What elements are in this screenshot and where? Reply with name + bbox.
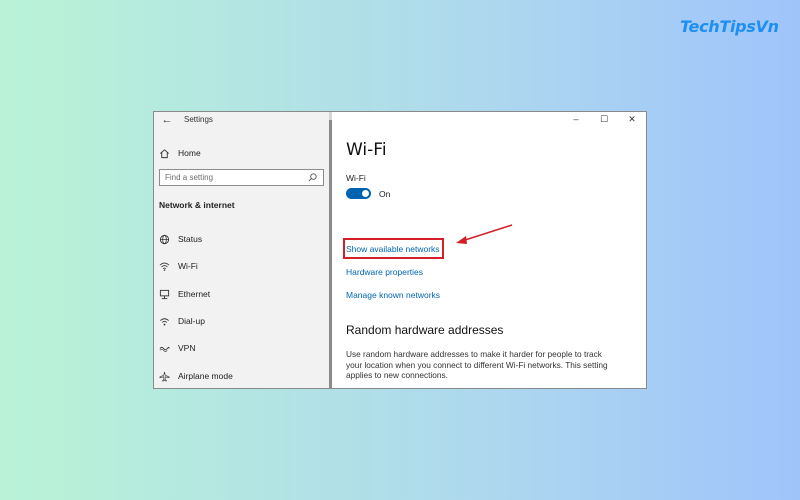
ethernet-icon [159, 289, 170, 300]
wifi-toggle-row: On [346, 188, 390, 199]
sidebar-item-label: Airplane mode [178, 371, 233, 381]
highlight-box [343, 238, 444, 259]
search-box[interactable] [159, 169, 324, 186]
section-description: Use random hardware addresses to make it… [346, 349, 608, 380]
sidebar-item-status[interactable]: Status [159, 232, 202, 246]
toggle-state-label: On [379, 188, 391, 199]
wifi-toggle-label: Wi-Fi [346, 173, 366, 183]
sidebar-item-wifi[interactable]: Wi-Fi [159, 259, 198, 273]
sidebar-item-dialup[interactable]: Dial-up [159, 314, 205, 328]
sidebar-item-label: Wi-Fi [178, 261, 198, 271]
sidebar-item-label: Home [178, 148, 201, 158]
section-title: Random hardware addresses [346, 323, 504, 337]
home-icon [159, 148, 170, 159]
sidebar-item-label: Ethernet [178, 289, 211, 299]
sidebar-item-label: Dial-up [178, 316, 205, 326]
wifi-toggle[interactable] [346, 188, 371, 199]
search-input[interactable] [165, 173, 305, 182]
sidebar-item-label: Status [178, 234, 203, 244]
settings-window: ← Settings Home Network & internet Statu… [153, 111, 647, 389]
annotation-arrow-icon [456, 224, 513, 244]
hardware-properties-link[interactable]: Hardware properties [346, 267, 423, 277]
back-arrow-icon[interactable]: ← [159, 114, 175, 126]
sidebar-item-ethernet[interactable]: Ethernet [159, 287, 210, 301]
sidebar-section-heading: Network & internet [159, 200, 235, 210]
sidebar: ← Settings Home Network & internet Statu… [154, 112, 331, 388]
window-title: Settings [184, 115, 213, 124]
sidebar-item-home[interactable]: Home [159, 146, 201, 160]
sidebar-item-label: VPN [178, 343, 196, 353]
wifi-icon [159, 261, 170, 272]
toggle-knob [362, 190, 369, 197]
vpn-icon [159, 343, 170, 354]
globe-icon [159, 234, 170, 245]
manage-known-networks-link[interactable]: Manage known networks [346, 290, 440, 300]
page-title: Wi-Fi [346, 140, 387, 160]
sidebar-scrollbar-thumb[interactable] [329, 120, 332, 388]
airplane-icon [159, 371, 170, 382]
sidebar-item-airplane-mode[interactable]: Airplane mode [159, 369, 233, 383]
sidebar-item-vpn[interactable]: VPN [159, 341, 195, 355]
dialup-icon [159, 316, 170, 327]
search-icon[interactable] [307, 172, 318, 183]
brand-logo: TechTipsVn [680, 17, 779, 36]
